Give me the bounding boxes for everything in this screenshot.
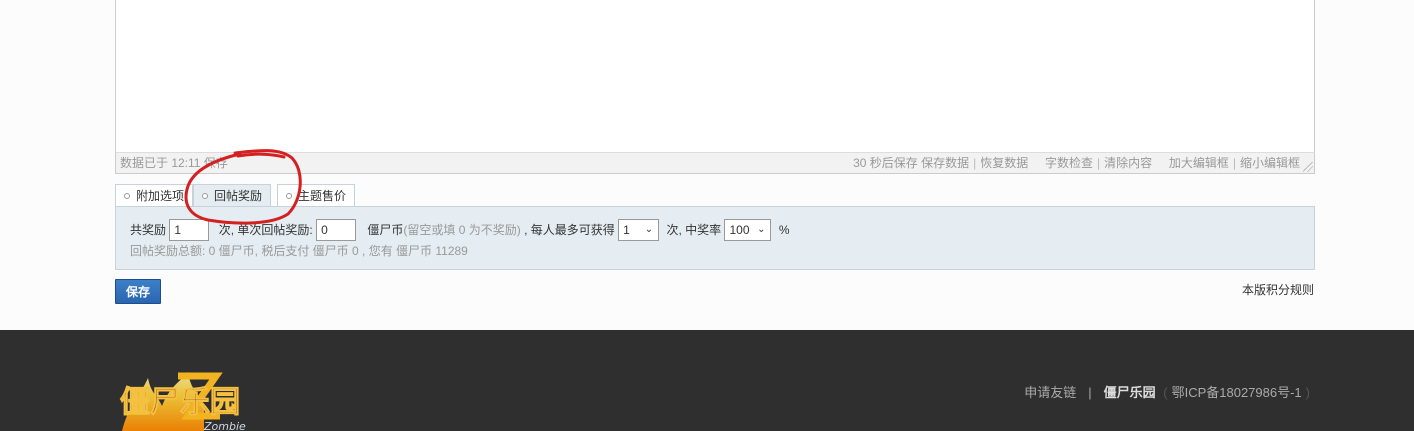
rate-label: 次, 中奖率 (666, 222, 722, 237)
apply-friend-link[interactable]: 申请友链 (1024, 385, 1076, 400)
tab-label: 主题售价 (298, 189, 347, 203)
restore-data-link[interactable]: 恢复数据 (980, 156, 1028, 170)
tab-extra-options[interactable]: 附加选项 (115, 184, 194, 207)
editor-textarea[interactable] (115, 0, 1315, 152)
separator: | (1232, 156, 1236, 170)
site-footer: 僵尸乐园 Zombie 申请友链 | 僵尸乐园 ( 鄂ICP备18027986号-1) (0, 330, 1414, 431)
svg-text:Zombie: Zombie (203, 420, 246, 431)
clear-content-link[interactable]: 清除内容 (1104, 156, 1152, 170)
single-reward-label: 次, 单次回帖奖励: (218, 222, 313, 237)
bullet-icon (124, 193, 130, 199)
resize-grip-icon[interactable] (1303, 162, 1313, 172)
tab-thread-price[interactable]: 主题售价 (277, 184, 356, 207)
bullet-icon (286, 193, 292, 199)
reply-reward-panel: 共奖励 1 次, 单次回帖奖励: 0 僵尸币(留空或填 0 为不奖励) , 每人… (115, 206, 1315, 270)
save-button[interactable]: 保存 (115, 279, 161, 304)
autosave-countdown: 30 秒后保存 (853, 156, 918, 170)
separator: | (973, 156, 977, 170)
max-times-select[interactable]: 1 ⌄ (618, 218, 660, 241)
win-rate-value: 100 (729, 222, 750, 237)
separator: | (1088, 385, 1092, 400)
chevron-down-icon: ⌄ (757, 223, 766, 235)
tab-label: 附加选项 (136, 189, 185, 203)
svg-text:僵尸乐园: 僵尸乐园 (120, 385, 240, 420)
forum-points-rules-link[interactable]: 本版积分规则 (1242, 281, 1314, 298)
separator: | (1097, 156, 1101, 170)
icp-license-link[interactable]: 鄂ICP备18027986号-1 (1172, 385, 1302, 400)
chevron-down-icon: ⌄ (644, 223, 654, 235)
editor-status-bar: 数据已于 12:11 保存 30 秒后保存 保存数据 | 恢复数据 字数检查 | 清除内… (115, 152, 1315, 174)
reward-settings-row: 共奖励 1 次, 单次回帖奖励: 0 僵尸币(留空或填 0 为不奖励) , 每人… (130, 218, 790, 241)
max-per-user-label: , 每人最多可获得 (524, 222, 615, 237)
total-reward-label: 共奖励 (130, 222, 167, 237)
tab-label: 回帖奖励 (214, 189, 263, 203)
site-logo[interactable]: 僵尸乐园 Zombie (118, 366, 268, 431)
currency-label: 僵尸币 (367, 222, 404, 237)
reward-hint: (留空或填 0 为不奖励) (403, 222, 521, 237)
reward-summary: 回帖奖励总额: 0 僵尸币, 税后支付 僵尸币 0 , 您有 僵尸币 11289 (130, 244, 468, 258)
autosave-status: 数据已于 12:11 保存 (120, 156, 228, 170)
word-check-link[interactable]: 字数检查 (1045, 156, 1093, 170)
site-name-link[interactable]: 僵尸乐园 (1104, 385, 1156, 400)
enlarge-editor-link[interactable]: 加大编辑框 (1169, 156, 1229, 170)
save-data-link[interactable]: 保存数据 (921, 156, 969, 170)
max-times-value: 1 (623, 222, 630, 237)
editor-actions: 30 秒后保存 保存数据 | 恢复数据 字数检查 | 清除内容 加大编辑框 | 缩小编辑框 (853, 153, 1300, 173)
tab-reply-reward[interactable]: 回帖奖励 (193, 184, 272, 208)
percent-sign: % (778, 222, 790, 237)
total-reward-times-input[interactable]: 1 (169, 218, 210, 241)
paren-close: ) (1305, 385, 1310, 400)
single-reward-input[interactable]: 0 (316, 218, 357, 241)
paren-open: ( (1163, 385, 1168, 400)
footer-links: 申请友链 | 僵尸乐园 ( 鄂ICP备18027986号-1) (1024, 382, 1314, 401)
win-rate-select[interactable]: 100 ⌄ (724, 218, 772, 241)
bullet-icon (202, 193, 208, 199)
shrink-editor-link[interactable]: 缩小编辑框 (1240, 156, 1300, 170)
